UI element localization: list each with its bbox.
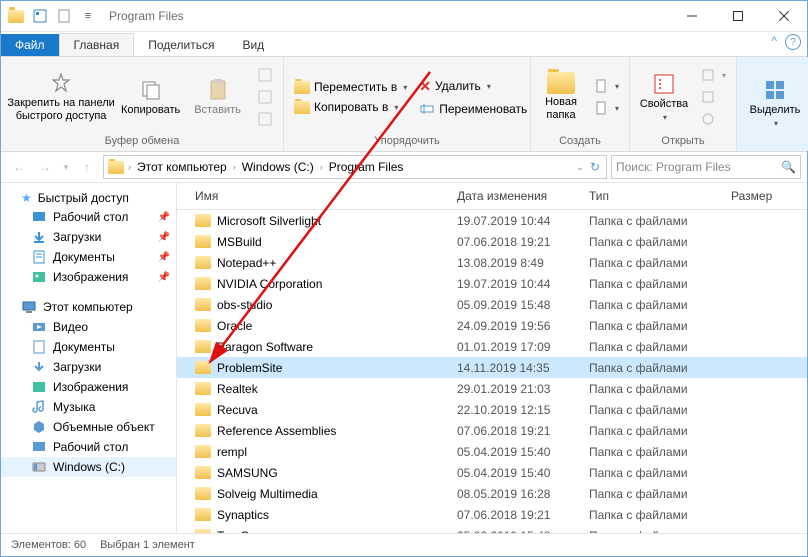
ribbon: Закрепить на панели быстрого доступа Коп… <box>1 56 807 152</box>
nav-back-button[interactable]: ← <box>7 155 31 179</box>
search-icon: 🔍 <box>781 160 796 174</box>
new-item-small[interactable]: ▾ <box>589 76 623 96</box>
organize-group-label: Упорядочить <box>290 135 524 149</box>
qat-dropdown-icon[interactable]: ≡ <box>77 5 99 27</box>
sidebar-pc-item[interactable]: Windows (C:) <box>1 457 176 477</box>
nav-recent-button[interactable]: ▾ <box>59 155 73 179</box>
sidebar-quick-item[interactable]: Рабочий стол📌 <box>1 207 176 227</box>
breadcrumb[interactable]: › Этот компьютер› Windows (C:)› Program … <box>103 155 607 179</box>
sidebar-pc-item[interactable]: Изображения <box>1 377 176 397</box>
table-row[interactable]: Realtek29.01.2019 21:03Папка с файлами <box>177 378 807 399</box>
titlebar: ≡ Program Files <box>1 1 807 32</box>
file-list[interactable]: Microsoft Silverlight19.07.2019 10:44Пап… <box>177 210 807 533</box>
copy-button[interactable]: Копировать <box>119 62 182 132</box>
clipboard-small-2[interactable] <box>253 87 277 107</box>
help-icon[interactable]: ? <box>785 34 801 50</box>
delete-button[interactable]: ✕Удалить▾ <box>415 76 531 97</box>
sidebar-quick-access[interactable]: ★Быстрый доступ <box>1 189 176 207</box>
open-small-1[interactable]: ▾ <box>696 65 730 85</box>
qat-new-icon[interactable] <box>53 5 75 27</box>
open-small-2[interactable] <box>696 87 730 107</box>
table-row[interactable]: Notepad++13.08.2019 8:49Папка с файлами <box>177 252 807 273</box>
select-button[interactable]: Выделить▾ <box>743 68 807 138</box>
ribbon-collapse-icon[interactable]: ^ <box>771 34 777 50</box>
sidebar-quick-item[interactable]: Загрузки📌 <box>1 227 176 247</box>
table-row[interactable]: Paragon Software01.01.2019 17:09Папка с … <box>177 336 807 357</box>
refresh-icon[interactable]: ↻ <box>590 160 600 174</box>
sidebar: ★Быстрый доступ Рабочий стол📌Загрузки📌До… <box>1 183 177 533</box>
sidebar-quick-item[interactable]: Изображения📌 <box>1 267 176 287</box>
table-row[interactable]: TeraCopy25.02.2019 15:48Папка с файлами <box>177 525 807 533</box>
sidebar-this-pc[interactable]: Этот компьютер <box>1 297 176 317</box>
sidebar-pc-item[interactable]: Видео <box>1 317 176 337</box>
rename-button[interactable]: Переименовать <box>415 99 531 119</box>
nav-up-button[interactable]: ↑ <box>75 155 99 179</box>
qat-properties-icon[interactable] <box>29 5 51 27</box>
tab-view[interactable]: Вид <box>228 34 278 56</box>
address-bar-row: ← → ▾ ↑ › Этот компьютер› Windows (C:)› … <box>1 152 807 183</box>
sidebar-pc-item[interactable]: Загрузки <box>1 357 176 377</box>
breadcrumb-seg-2[interactable]: Program Files <box>325 160 408 174</box>
table-row[interactable]: obs-studio05.09.2019 15:48Папка с файлам… <box>177 294 807 315</box>
qat-folder-icon[interactable] <box>5 5 27 27</box>
breadcrumb-dropdown-icon[interactable]: ⌄ <box>576 162 584 173</box>
table-row[interactable]: MSBuild07.06.2018 19:21Папка с файлами <box>177 231 807 252</box>
clipboard-group-label: Буфер обмена <box>7 135 277 149</box>
open-group-label: Открыть <box>636 135 730 149</box>
search-input[interactable]: Поиск: Program Files 🔍 <box>611 155 801 179</box>
tab-home[interactable]: Главная <box>59 33 135 56</box>
sidebar-quick-item[interactable]: Документы📌 <box>1 247 176 267</box>
window-title: Program Files <box>103 9 669 23</box>
table-row[interactable]: NVIDIA Corporation19.07.2019 10:44Папка … <box>177 273 807 294</box>
maximize-button[interactable] <box>715 1 761 31</box>
create-group-label: Создать <box>537 135 623 149</box>
table-row[interactable]: Reference Assemblies07.06.2018 19:21Папк… <box>177 420 807 441</box>
table-row[interactable]: SAMSUNG05.04.2019 15:40Папка с файлами <box>177 462 807 483</box>
clipboard-small-3[interactable] <box>253 109 277 129</box>
breadcrumb-seg-0[interactable]: Этот компьютер <box>133 160 231 174</box>
sidebar-pc-item[interactable]: Музыка <box>1 397 176 417</box>
properties-button[interactable]: Свойства▾ <box>636 62 692 132</box>
table-row[interactable]: Oracle24.09.2019 19:56Папка с файлами <box>177 315 807 336</box>
table-row[interactable]: Synaptics07.06.2018 19:21Папка с файлами <box>177 504 807 525</box>
col-type[interactable]: Тип <box>583 189 725 203</box>
open-small-3[interactable] <box>696 109 730 129</box>
col-size[interactable]: Размер <box>725 189 807 203</box>
status-bar: Элементов: 60 Выбран 1 элемент <box>1 533 807 556</box>
breadcrumb-seg-1[interactable]: Windows (C:) <box>238 160 318 174</box>
column-headers[interactable]: Имя Дата изменения Тип Размер <box>177 183 807 210</box>
table-row[interactable]: ProblemSite14.11.2019 14:35Папка с файла… <box>177 357 807 378</box>
close-button[interactable] <box>761 1 807 31</box>
table-row[interactable]: rempl05.04.2019 15:40Папка с файлами <box>177 441 807 462</box>
copy-to-button[interactable]: Копировать в▾ <box>290 98 411 116</box>
minimize-button[interactable] <box>669 1 715 31</box>
new-shortcut-small[interactable]: ▾ <box>589 98 623 118</box>
tab-share[interactable]: Поделиться <box>134 34 228 56</box>
table-row[interactable]: Recuva22.10.2019 12:15Папка с файлами <box>177 399 807 420</box>
tab-file[interactable]: Файл <box>1 34 59 56</box>
move-to-button[interactable]: Переместить в▾ <box>290 78 411 96</box>
status-selected: Выбран 1 элемент <box>100 539 195 551</box>
sidebar-pc-item[interactable]: Рабочий стол <box>1 437 176 457</box>
status-items: Элементов: 60 <box>11 539 86 551</box>
nav-forward-button[interactable]: → <box>33 155 57 179</box>
paste-button[interactable]: Вставить <box>186 62 249 132</box>
col-name[interactable]: Имя <box>177 189 451 203</box>
sidebar-pc-item[interactable]: Документы <box>1 337 176 357</box>
ribbon-tabs: Файл Главная Поделиться Вид ^ ? <box>1 32 807 56</box>
col-date[interactable]: Дата изменения <box>451 189 583 203</box>
sidebar-pc-item[interactable]: Объемные объект <box>1 417 176 437</box>
table-row[interactable]: Solveig Multimedia08.05.2019 16:28Папка … <box>177 483 807 504</box>
table-row[interactable]: Microsoft Silverlight19.07.2019 10:44Пап… <box>177 210 807 231</box>
new-folder-button[interactable]: Новая папка <box>537 62 585 132</box>
pin-quickaccess-button[interactable]: Закрепить на панели быстрого доступа <box>7 62 115 132</box>
clipboard-small-1[interactable] <box>253 65 277 85</box>
